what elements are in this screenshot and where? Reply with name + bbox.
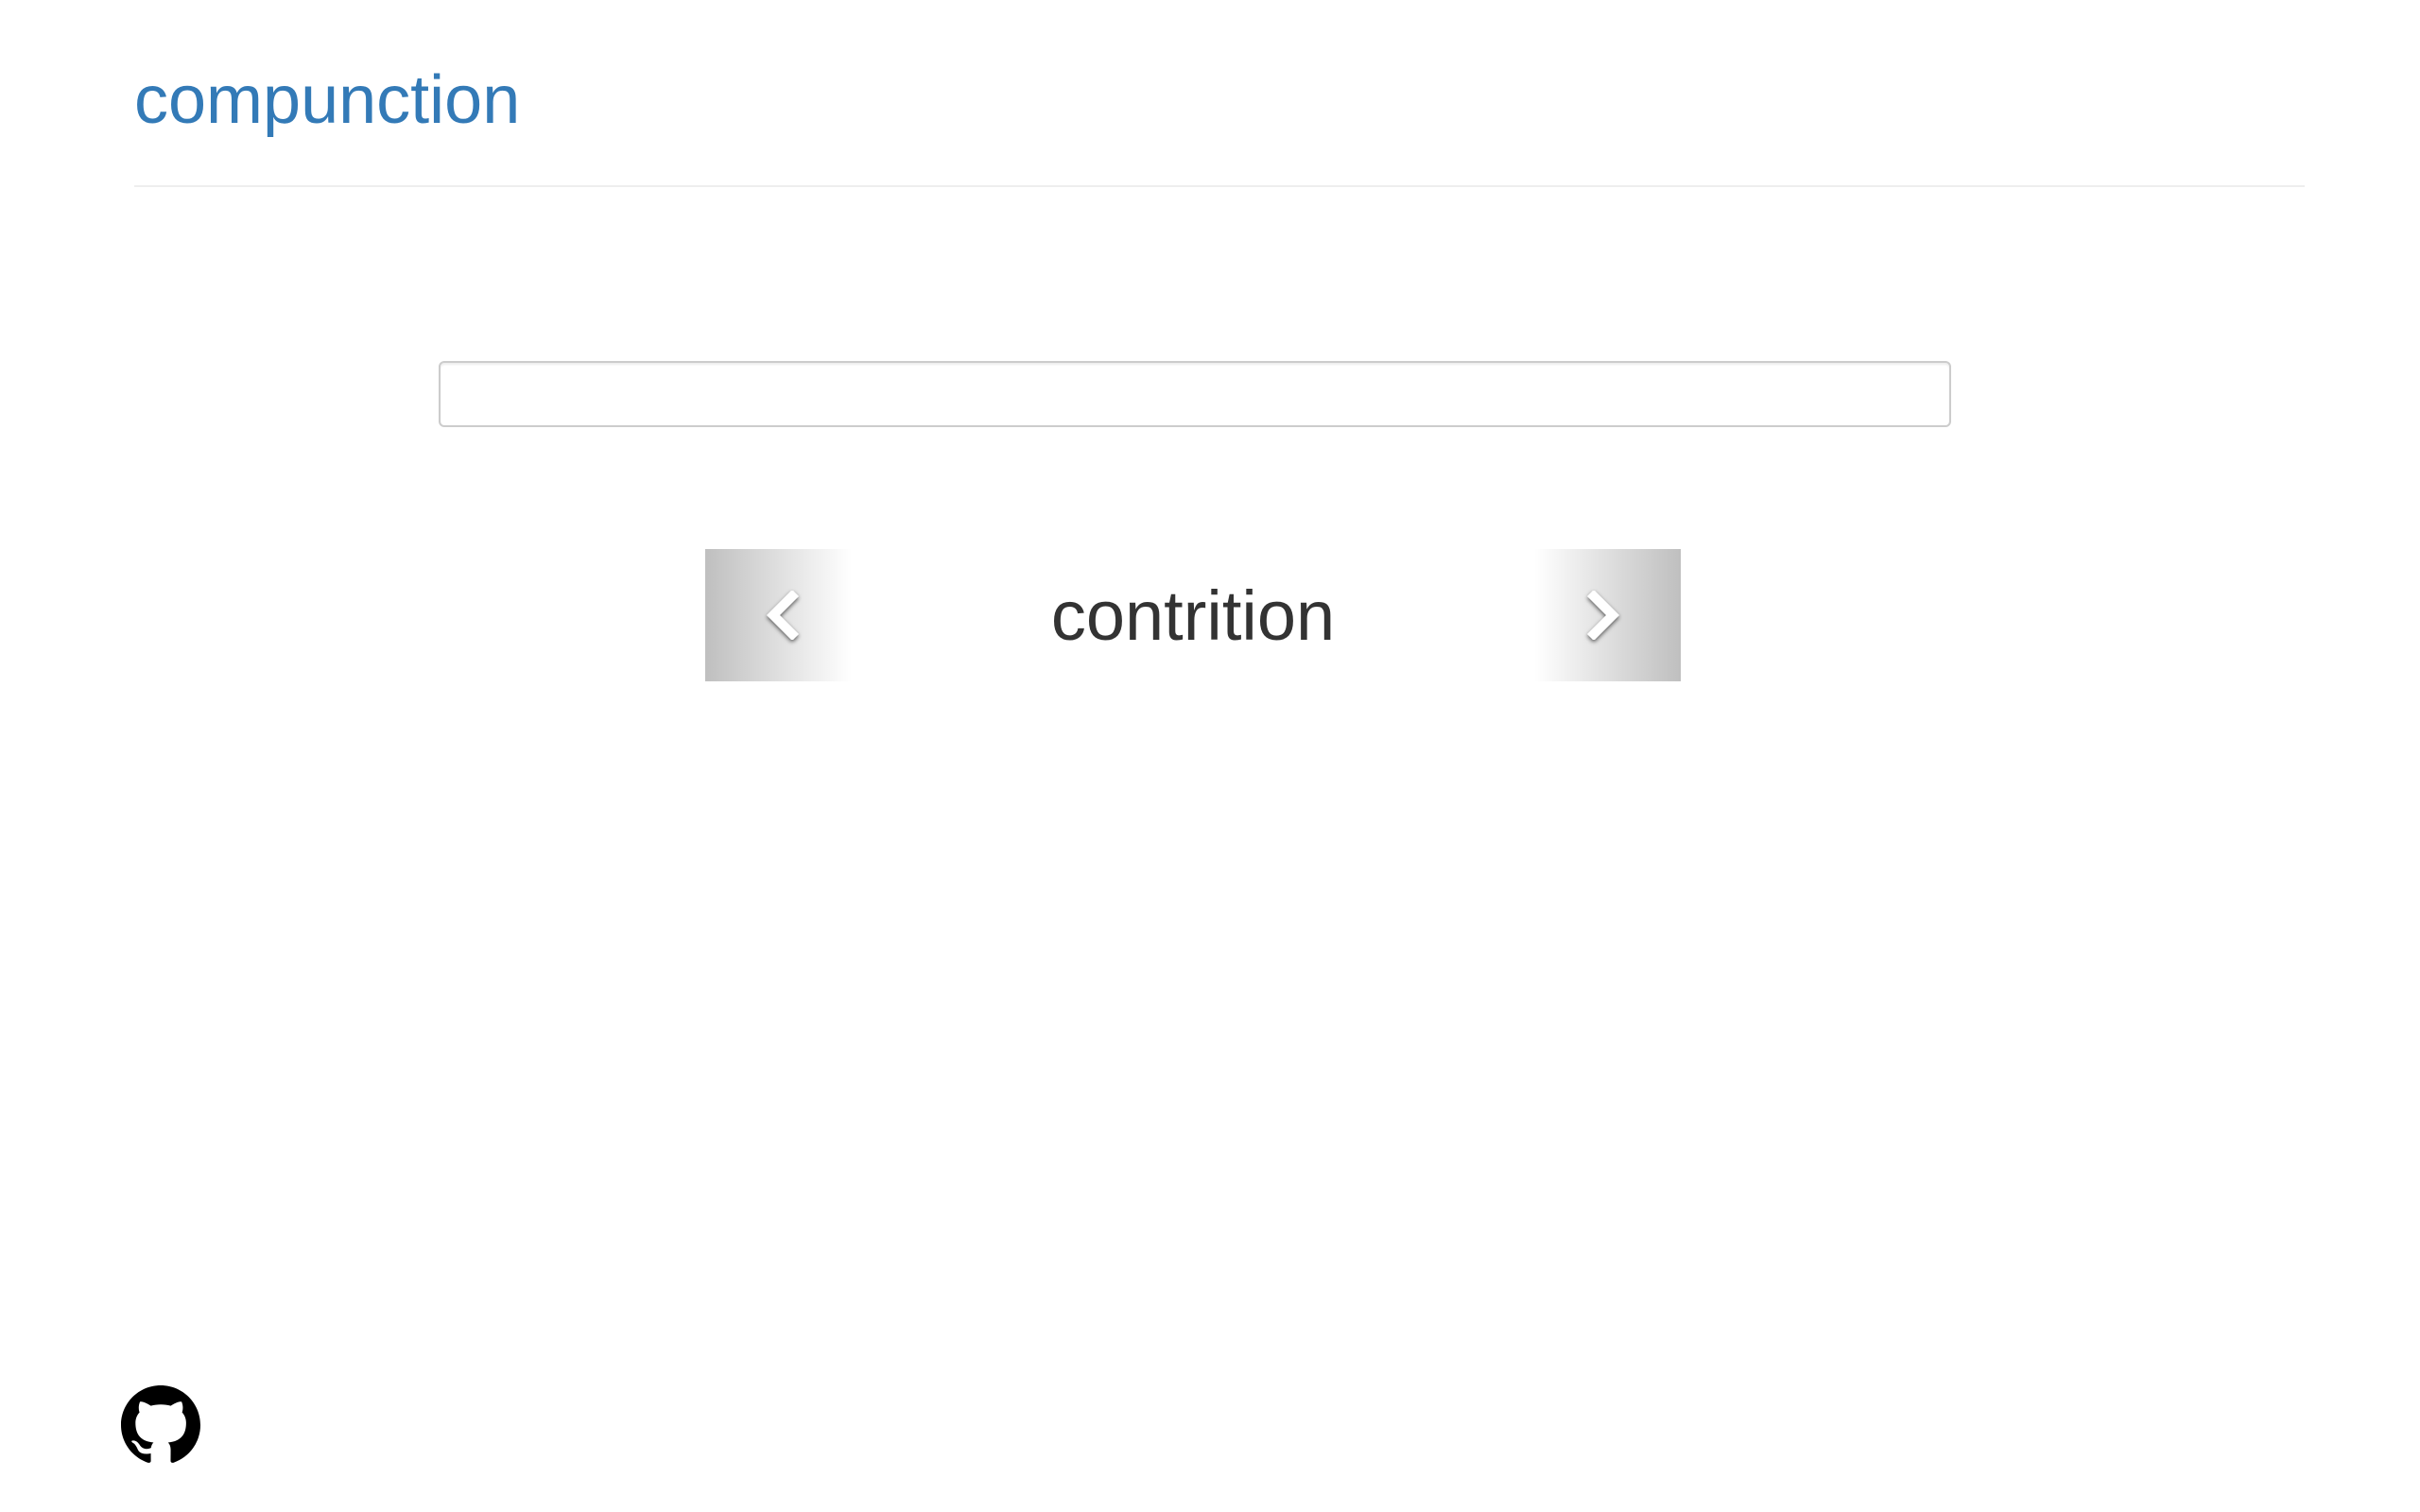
search-input[interactable] xyxy=(439,361,1951,427)
search-container xyxy=(439,361,1951,427)
github-icon xyxy=(121,1385,200,1463)
carousel-next-button[interactable] xyxy=(1534,549,1681,681)
page-header: compunction xyxy=(134,66,2305,187)
chevron-right-icon xyxy=(1586,591,1620,640)
chevron-left-icon xyxy=(766,591,800,640)
github-link[interactable] xyxy=(121,1385,200,1465)
word-carousel: contrition xyxy=(705,549,1681,681)
carousel-prev-button[interactable] xyxy=(705,549,852,681)
site-title-link[interactable]: compunction xyxy=(134,66,520,134)
page: compunction contrition xyxy=(0,0,2420,1512)
